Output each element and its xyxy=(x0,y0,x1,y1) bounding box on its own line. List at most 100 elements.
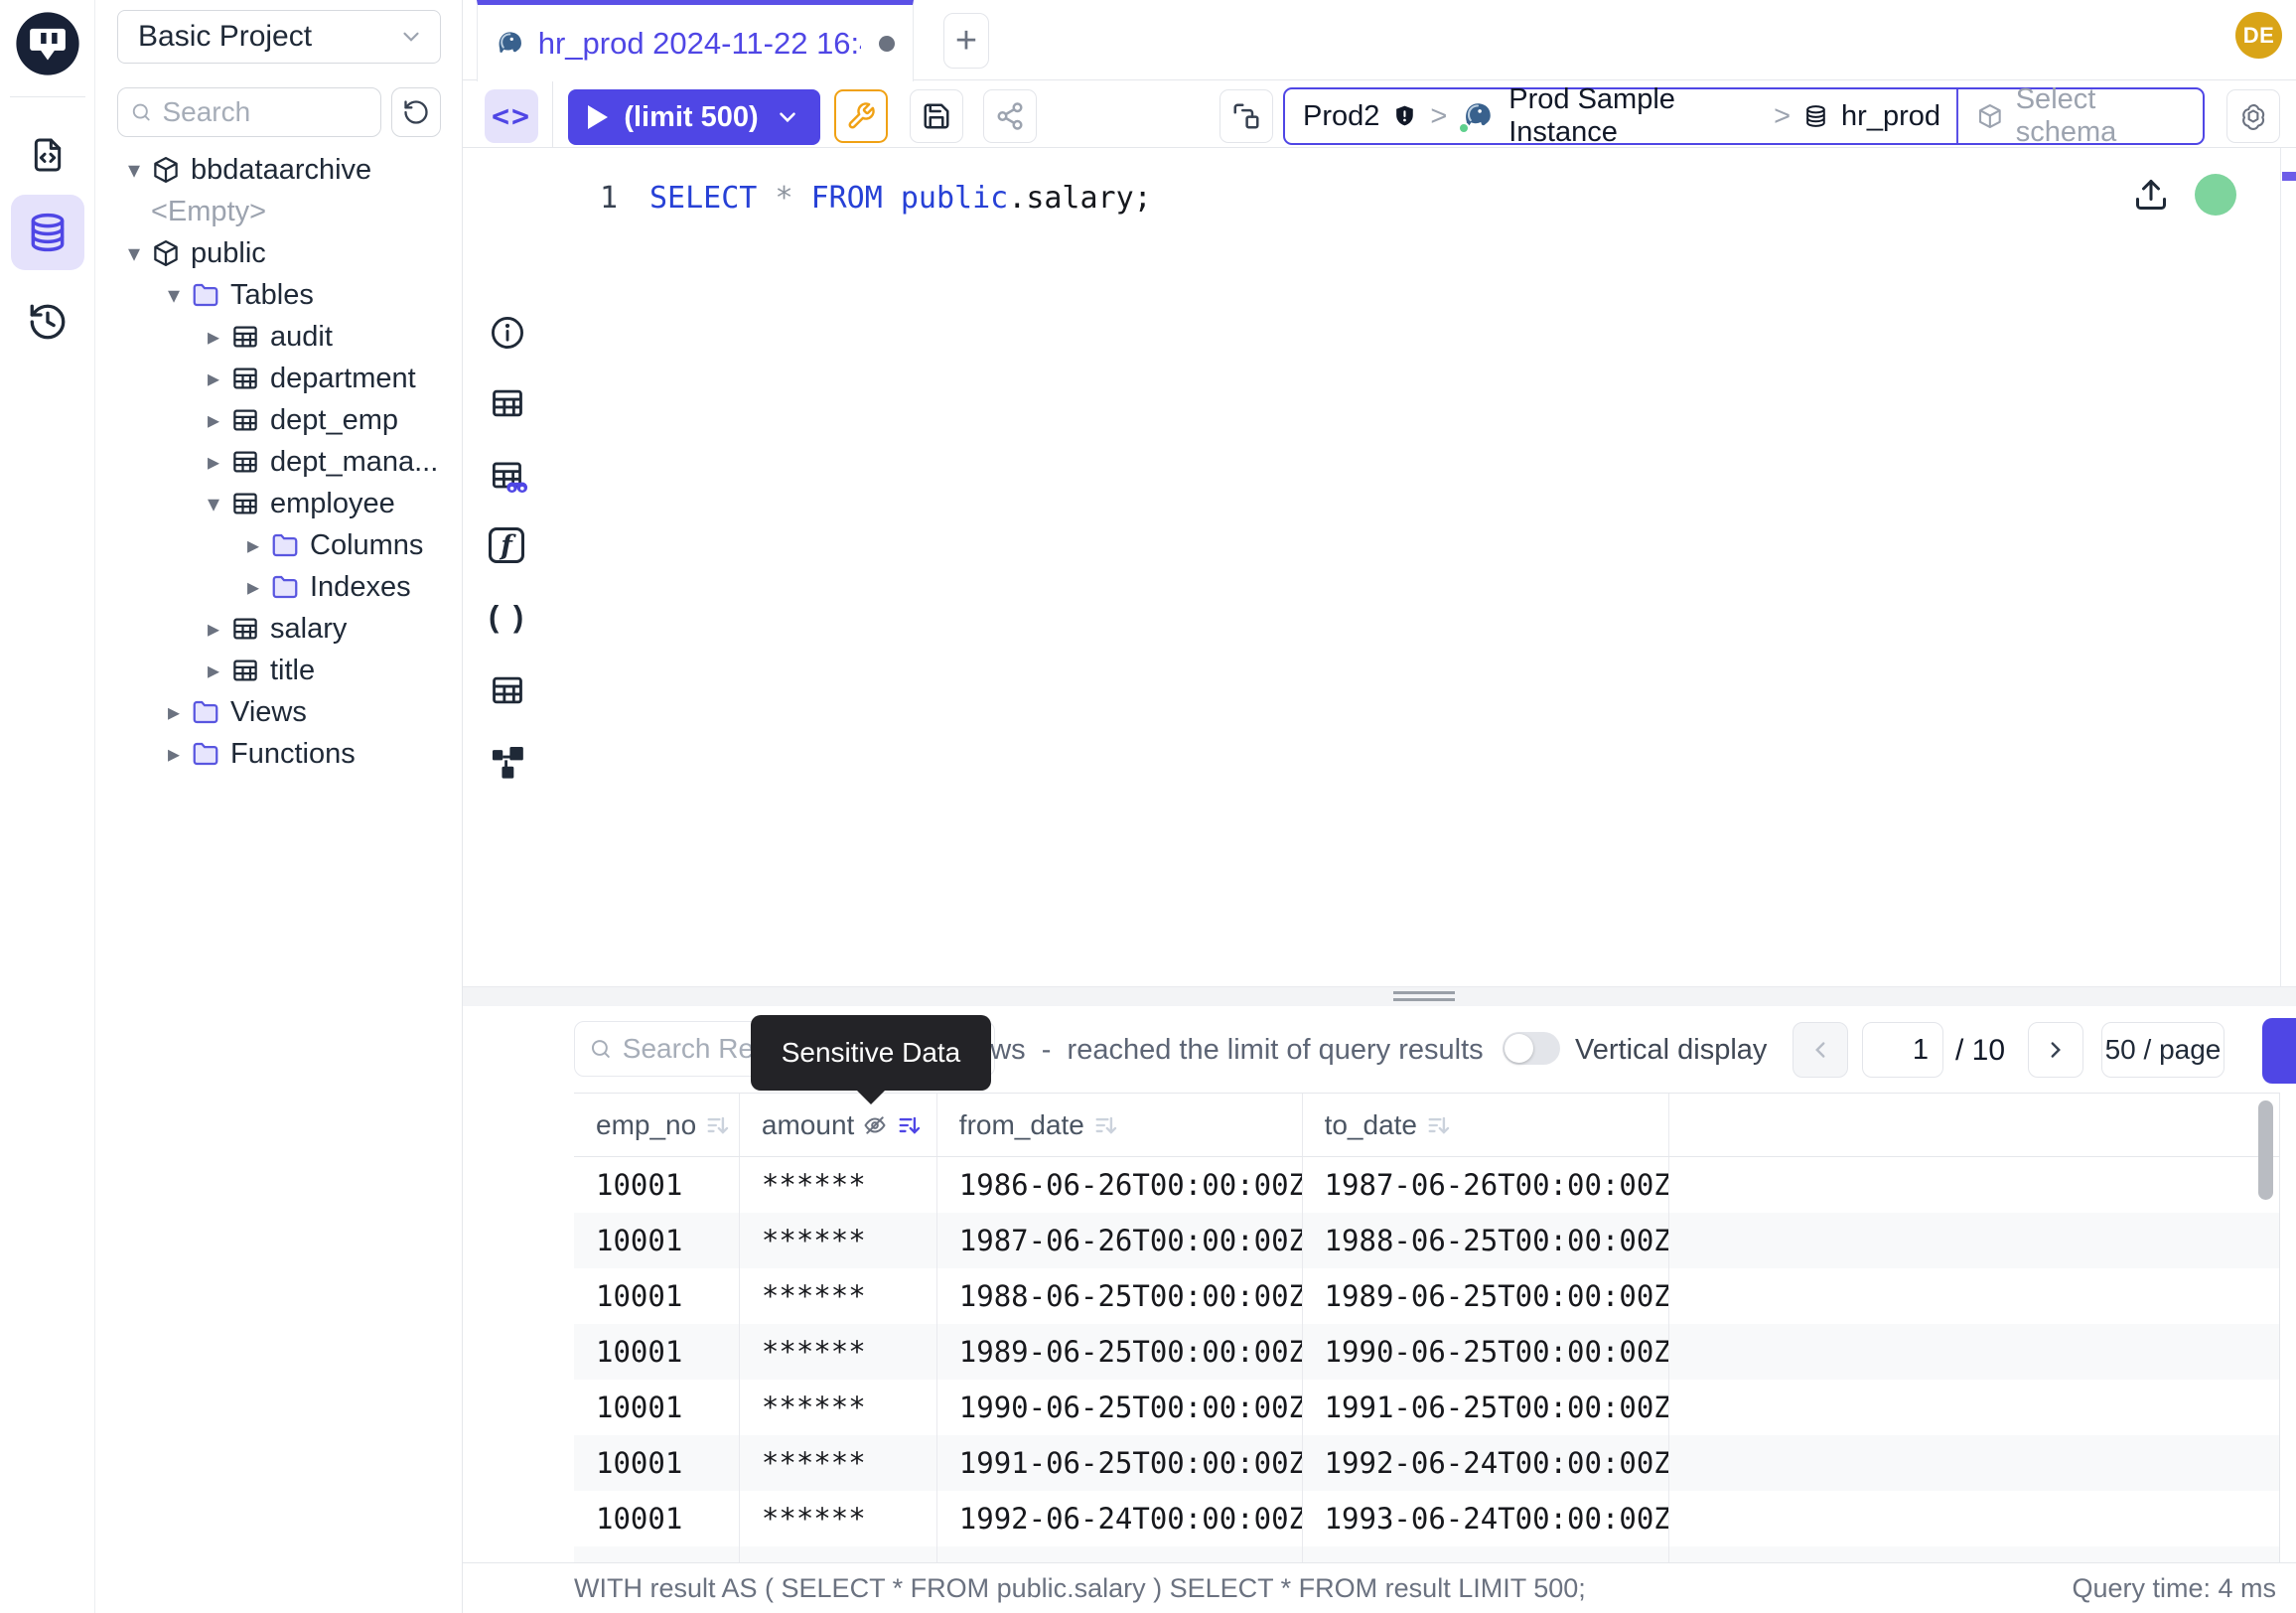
resize-handle[interactable] xyxy=(1393,991,1455,994)
table-scrollbar-thumb[interactable] xyxy=(2258,1100,2273,1200)
table-cell[interactable]: 1989-06-25T00:00:00Z xyxy=(937,1324,1303,1380)
tab-hr-prod[interactable]: hr_prod 2024-11-22 16:49 xyxy=(477,0,914,81)
tree-item-salary[interactable]: ▸salary xyxy=(95,608,462,650)
tree-item-title[interactable]: ▸title xyxy=(95,650,462,691)
table-cell[interactable]: ****** xyxy=(740,1380,937,1435)
tree-item-functions[interactable]: ▸Functions xyxy=(95,733,462,775)
table-cell[interactable]: ****** xyxy=(740,1435,937,1491)
caret-right-icon[interactable]: ▸ xyxy=(197,365,230,393)
caret-right-icon[interactable]: ▸ xyxy=(157,740,191,769)
table-cell[interactable]: 1991-06-25T00:00:00Z xyxy=(937,1435,1303,1491)
tree-item-columns[interactable]: ▸Columns xyxy=(95,524,462,566)
sql-editor[interactable]: f ( ) 1 SELECT * FROM public.salary; xyxy=(463,148,2296,986)
caret-right-icon[interactable]: ▸ xyxy=(197,615,230,644)
table-cell[interactable]: ****** xyxy=(740,1491,937,1546)
databases-nav-button[interactable] xyxy=(11,195,84,270)
table-cell[interactable]: 1988-06-25T00:00:00Z xyxy=(1303,1213,1670,1268)
table-row[interactable]: 10001******1990-06-25T00:00:00Z1991-06-2… xyxy=(574,1380,2279,1435)
vertical-display-toggle[interactable] xyxy=(1503,1032,1560,1065)
table-cell[interactable] xyxy=(1669,1435,2279,1491)
upload-icon[interactable] xyxy=(2133,177,2169,213)
table-cell[interactable]: 1992-06-24T00:00:00Z xyxy=(1303,1435,1670,1491)
format-sql-button[interactable] xyxy=(834,89,888,143)
eye-off-icon[interactable] xyxy=(862,1112,888,1138)
tree-item-tables[interactable]: ▾Tables xyxy=(95,274,462,316)
table-cell[interactable] xyxy=(1669,1491,2279,1546)
page-number-input[interactable] xyxy=(1862,1022,1943,1078)
caret-right-icon[interactable]: ▸ xyxy=(197,657,230,685)
worksheets-nav-button[interactable] xyxy=(11,123,84,187)
save-sheet-button[interactable] xyxy=(910,89,963,143)
table-cell[interactable]: 1986-06-26T00:00:00Z xyxy=(937,1157,1303,1213)
table-cell[interactable]: 10001 xyxy=(574,1491,740,1546)
table-cell[interactable]: 1991-06-25T00:00:00Z xyxy=(1303,1380,1670,1435)
refresh-schema-button[interactable] xyxy=(391,87,441,137)
caret-right-icon[interactable]: ▸ xyxy=(236,531,270,560)
sort-icon[interactable] xyxy=(896,1112,922,1138)
caret-right-icon[interactable]: ▸ xyxy=(197,406,230,435)
sort-icon[interactable] xyxy=(1092,1112,1118,1138)
tree-item-bbdataarchive[interactable]: ▾bbdataarchive xyxy=(95,149,462,191)
info-panel-button[interactable] xyxy=(489,314,526,352)
caret-right-icon[interactable]: ▸ xyxy=(197,448,230,477)
sort-icon[interactable] xyxy=(704,1112,730,1138)
table-cell[interactable]: 1993-06-24T00:00:00Z xyxy=(1303,1491,1670,1546)
tree-item-dept-mana[interactable]: ▸dept_mana... xyxy=(95,441,462,483)
tables-panel-button[interactable] xyxy=(489,671,526,709)
tree-item-indexes[interactable]: ▸Indexes xyxy=(95,566,462,608)
table-cell[interactable]: 10001 xyxy=(574,1435,740,1491)
caret-right-icon[interactable]: ▸ xyxy=(236,573,270,602)
prev-page-button[interactable] xyxy=(1793,1022,1848,1078)
table-cell[interactable] xyxy=(1669,1213,2279,1268)
run-query-button[interactable]: (limit 500) xyxy=(568,89,820,145)
table-row[interactable]: 10001******1993-06-24T00:00:00Z1994-06-2… xyxy=(574,1546,2279,1562)
sidebar-search-box[interactable] xyxy=(117,87,381,137)
table-cell[interactable]: ****** xyxy=(740,1213,937,1268)
bytebase-logo-icon[interactable] xyxy=(15,11,80,76)
caret-down-icon[interactable]: ▾ xyxy=(117,156,151,185)
table-cell[interactable]: 1992-06-24T00:00:00Z xyxy=(937,1491,1303,1546)
caret-right-icon[interactable]: ▸ xyxy=(197,323,230,352)
table-row[interactable]: 10001******1986-06-26T00:00:00Z1987-06-2… xyxy=(574,1157,2279,1213)
ai-assistant-button[interactable] xyxy=(2226,89,2280,143)
editor-scrollbar[interactable] xyxy=(2280,148,2296,986)
table-cell[interactable]: 10001 xyxy=(574,1546,740,1562)
table-cell[interactable]: 1987-06-26T00:00:00Z xyxy=(1303,1157,1670,1213)
user-avatar[interactable]: DE xyxy=(2235,12,2282,59)
table-cell[interactable]: 10001 xyxy=(574,1213,740,1268)
table-panel-button[interactable] xyxy=(489,384,526,422)
export-button-partial[interactable] xyxy=(2262,1018,2296,1084)
panel-resize-divider[interactable] xyxy=(463,986,2296,1006)
table-cell[interactable]: ****** xyxy=(740,1268,937,1324)
next-page-button[interactable] xyxy=(2028,1022,2083,1078)
masked-data-panel-button[interactable] xyxy=(489,457,528,497)
tree-item-employee[interactable]: ▾employee xyxy=(95,483,462,524)
share-sheet-button[interactable] xyxy=(983,89,1037,143)
table-cell[interactable]: 10001 xyxy=(574,1268,740,1324)
new-tab-button[interactable]: + xyxy=(943,13,989,69)
tree-item-views[interactable]: ▸Views xyxy=(95,691,462,733)
column-header-amount[interactable]: amount xyxy=(740,1094,937,1156)
table-cell[interactable]: 1994-06-24T00:00:00Z xyxy=(1303,1546,1670,1562)
table-cell[interactable]: 10001 xyxy=(574,1324,740,1380)
table-row[interactable]: 10001******1991-06-25T00:00:00Z1992-06-2… xyxy=(574,1435,2279,1491)
table-cell[interactable]: 1990-06-25T00:00:00Z xyxy=(937,1380,1303,1435)
page-size-select[interactable]: 50 / page xyxy=(2101,1022,2224,1078)
tree-item-audit[interactable]: ▸audit xyxy=(95,316,462,358)
resize-handle[interactable] xyxy=(1393,998,1455,1001)
functions-panel-button[interactable]: f xyxy=(489,527,524,563)
table-cell[interactable]: ****** xyxy=(740,1324,937,1380)
tree-item-department[interactable]: ▸department xyxy=(95,358,462,399)
schema-diagram-button[interactable] xyxy=(489,743,526,781)
table-cell[interactable]: 10001 xyxy=(574,1380,740,1435)
table-cell[interactable] xyxy=(1669,1380,2279,1435)
table-row[interactable]: 10001******1988-06-25T00:00:00Z1989-06-2… xyxy=(574,1268,2279,1324)
table-cell[interactable] xyxy=(1669,1546,2279,1562)
code-panel-toggle-button[interactable]: <> xyxy=(485,89,538,143)
table-cell[interactable] xyxy=(1669,1157,2279,1213)
editor-line-1[interactable]: 1 SELECT * FROM public.salary; xyxy=(552,170,2276,225)
connection-breadcrumb[interactable]: Prod2 > Prod Sample Instan xyxy=(1283,87,2205,145)
table-row[interactable]: 10001******1987-06-26T00:00:00Z1988-06-2… xyxy=(574,1213,2279,1268)
sort-icon[interactable] xyxy=(1425,1112,1451,1138)
schema-selector[interactable]: Select schema xyxy=(1956,89,2203,143)
